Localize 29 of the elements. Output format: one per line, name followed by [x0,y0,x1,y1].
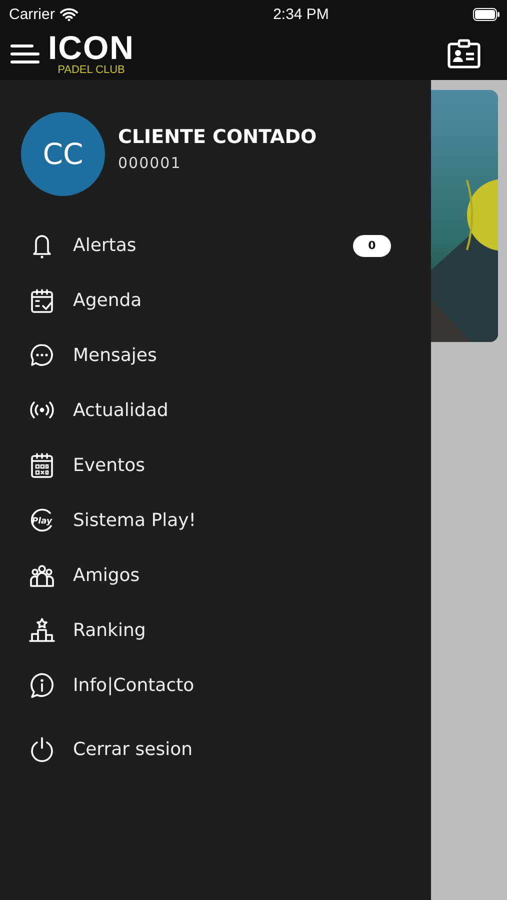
podium-icon [29,617,55,644]
menu-item[interactable]: Play Sistema Play! [0,493,431,548]
carrier-label: Carrier [9,6,55,22]
menu-item[interactable]: Amigos [0,548,431,603]
id-card-icon[interactable] [447,39,481,69]
battery-icon [473,8,500,20]
people-icon [29,562,55,589]
avatar: CC [21,112,105,196]
calendar-icon [29,452,55,479]
clock-time: 2:34 PM [273,6,329,22]
menu-icon[interactable] [10,43,40,65]
menu-item[interactable]: Agenda [0,273,431,328]
menu-item[interactable]: Eventos [0,438,431,493]
power-icon [29,736,55,763]
menu-item[interactable]: Alertas 0 [0,218,431,273]
menu-item[interactable]: Info|Contacto [0,658,431,713]
user-number: 000001 [118,154,182,172]
menu-item[interactable]: Actualidad [0,383,431,438]
count-badge: 0 [353,234,391,256]
logout-item[interactable]: Cerrar sesion [0,722,431,777]
logo-text: ICON [48,33,134,63]
logo-subtitle: PADEL CLUB [58,63,125,77]
wifi-icon [60,8,78,20]
user-name: CLIENTE CONTADO [118,126,317,148]
menu-item[interactable]: Mensajes [0,328,431,383]
info-bubble-icon [29,672,55,699]
menu-item[interactable]: Ranking [0,603,431,658]
chat-bubble-icon [29,342,55,369]
calendar-check-icon [29,287,55,314]
